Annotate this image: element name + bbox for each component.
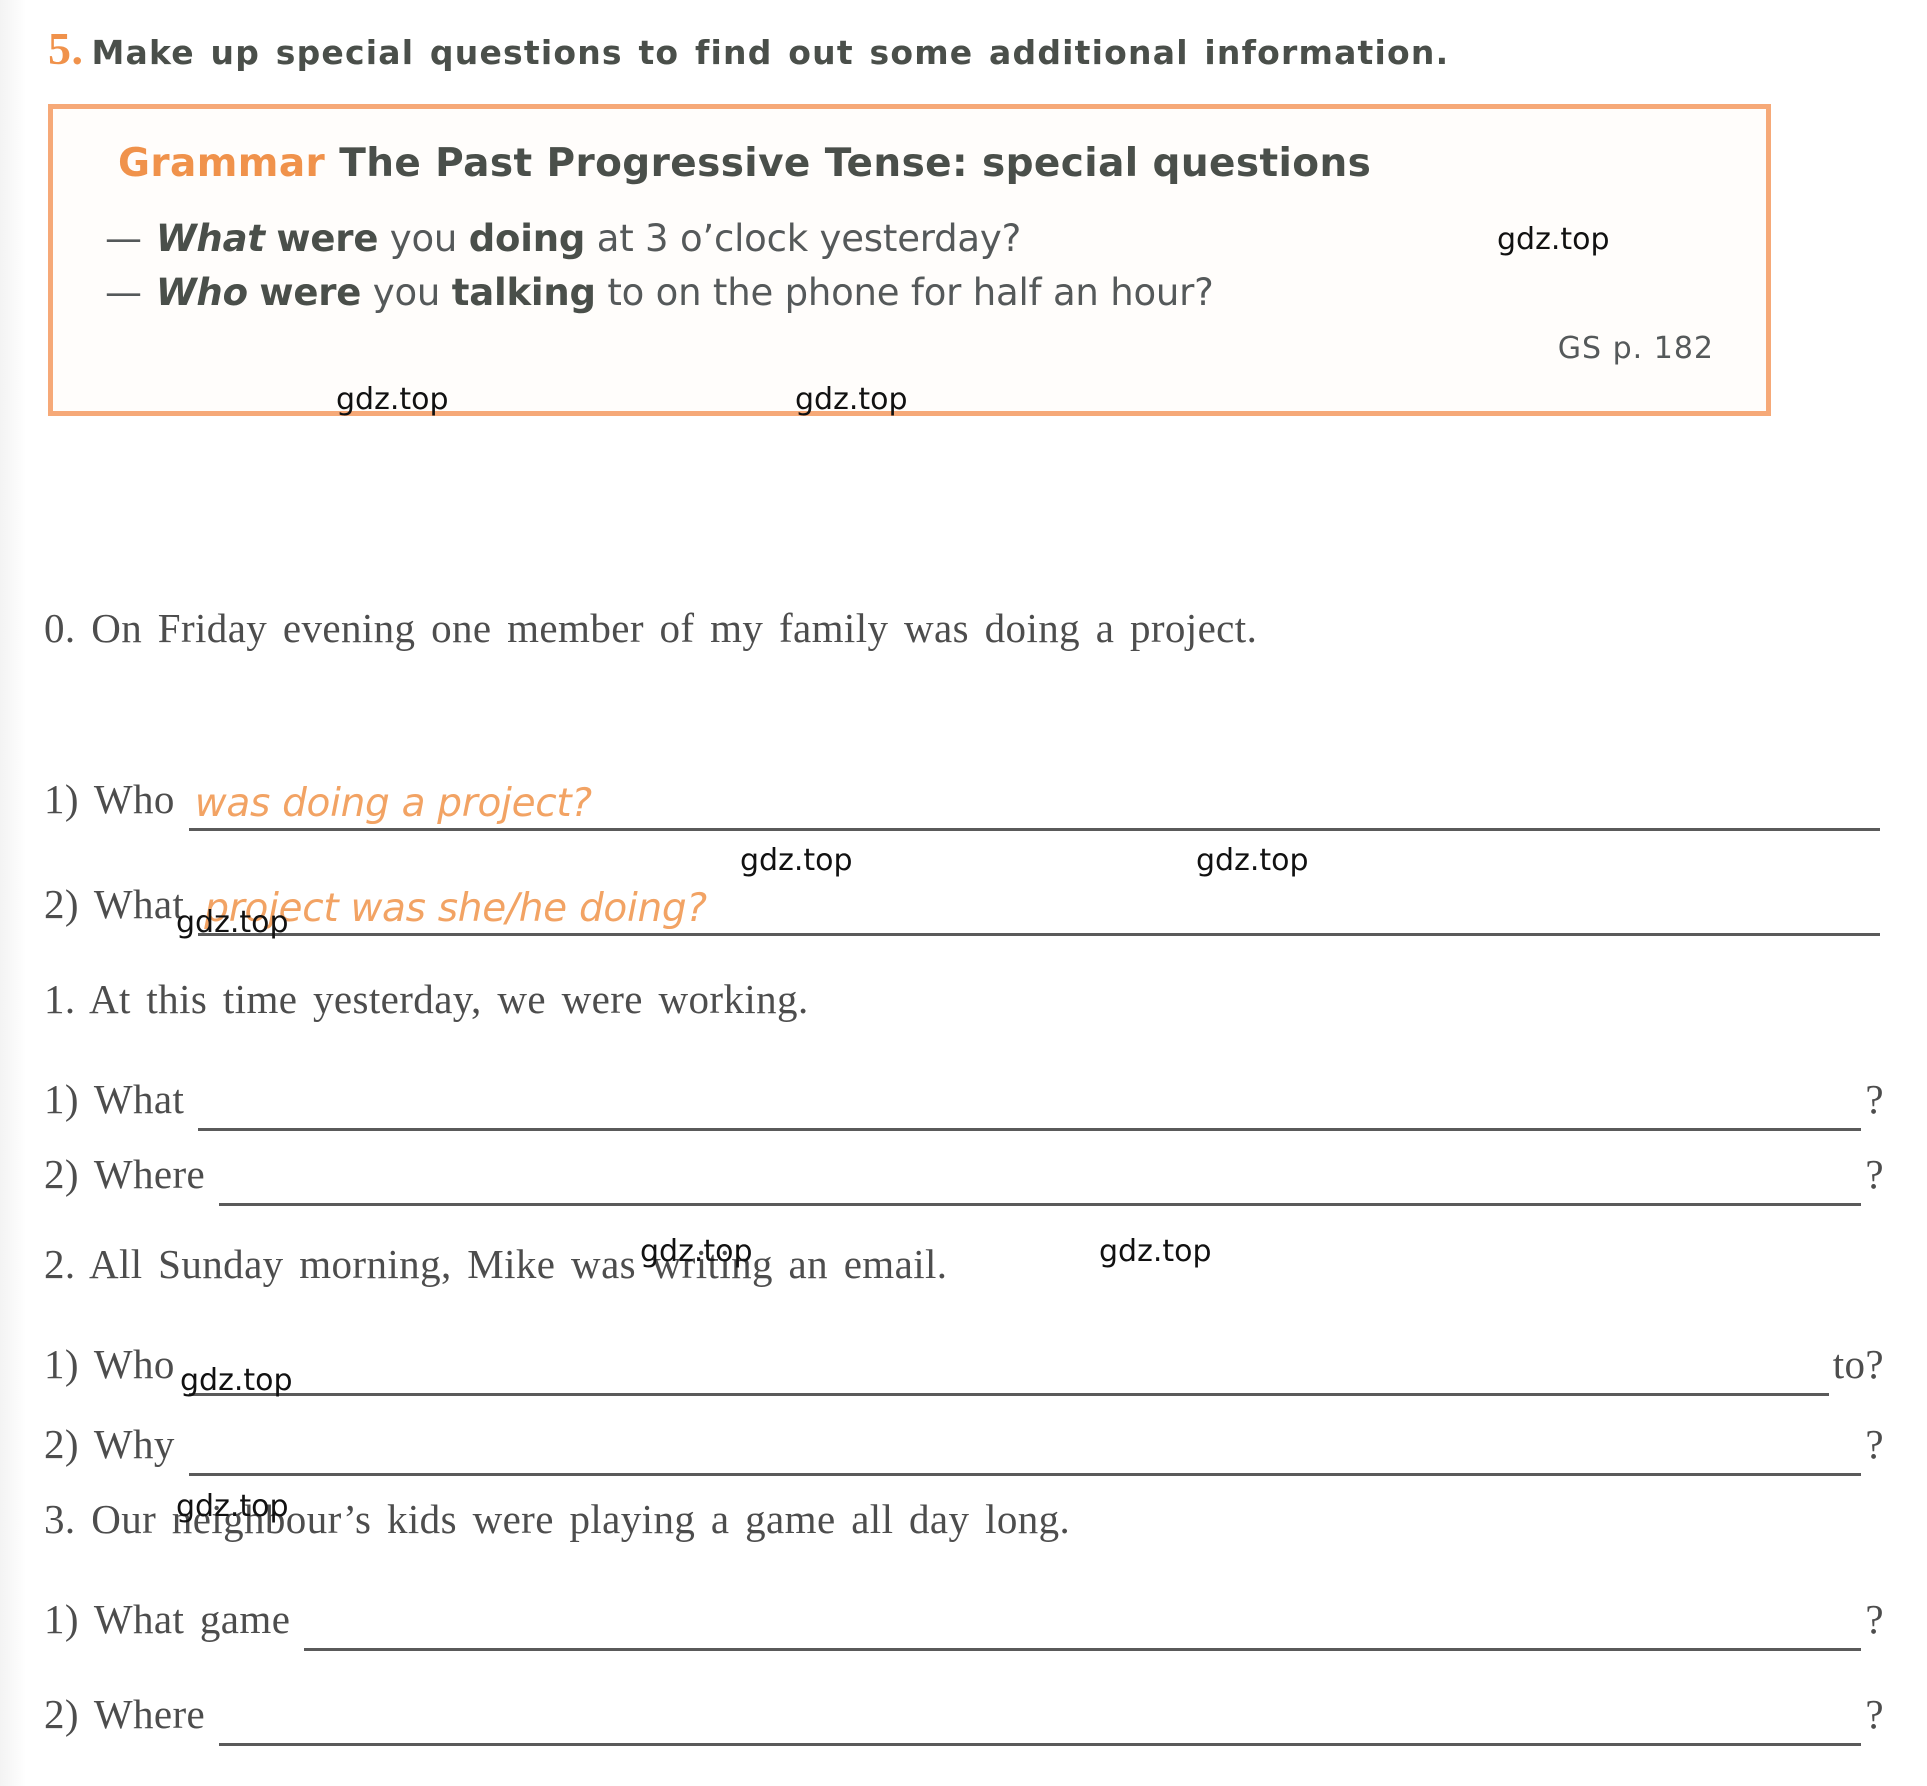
answer-blank[interactable] <box>188 1349 1829 1396</box>
grammar-label: Grammar <box>118 141 326 186</box>
exercise-heading: 5. Make up special questions to find out … <box>48 22 1449 75</box>
question-label: 1) Who <box>44 1341 175 1387</box>
question-tail: ? <box>1865 1421 1884 1467</box>
grammar-example-2: — Who were you talking to on the phone fo… <box>105 271 1214 314</box>
question-tail: ? <box>1865 1076 1884 1122</box>
example-2-aux: were <box>259 271 362 314</box>
question-row-3-1: 1) What game ? <box>44 1595 1884 1655</box>
question-row-0-1: 1) Who was doing a project? <box>44 775 1884 835</box>
handwritten-answer: was doing a project? <box>194 781 592 826</box>
question-label: 1) Who <box>44 776 175 822</box>
example-2-rest: to on the phone for half an hour? <box>607 271 1214 314</box>
exercise-number: 5. <box>48 23 84 74</box>
question-row-1-1: 1) What ? <box>44 1075 1884 1135</box>
item-stem-2: 2. All Sunday morning, Mike was writing … <box>44 1241 948 1287</box>
answer-blank[interactable] <box>304 1604 1862 1651</box>
em-dash-icon: — <box>105 271 142 314</box>
answer-blank[interactable] <box>219 1699 1862 1746</box>
question-row-1-2: 2) Where ? <box>44 1150 1884 1210</box>
question-tail: to? <box>1832 1341 1884 1387</box>
watermark: gdz.top <box>1099 1234 1212 1269</box>
item-stem-3: 3. Our neighbour’s kids were playing a g… <box>44 1496 1071 1542</box>
item-stem-0: 0. On Friday evening one member of my fa… <box>44 605 1258 651</box>
grammar-example-1: — What were you doing at 3 o’clock yester… <box>105 217 1021 260</box>
watermark: gdz.top <box>1196 843 1309 878</box>
item-stem-1: 1. At this time yesterday, we were worki… <box>44 976 809 1022</box>
example-1-wh-word: What <box>155 217 265 260</box>
question-tail: ? <box>1865 1151 1884 1197</box>
example-2-verb: talking <box>451 271 596 314</box>
watermark: gdz.top <box>740 843 853 878</box>
example-1-subject: you <box>389 217 458 260</box>
question-row-2-1: 1) Who to? <box>44 1340 1884 1400</box>
question-label: 2) Where <box>44 1691 206 1737</box>
handwritten-answer: project was she/he doing? <box>204 886 707 931</box>
example-1-verb: doing <box>468 217 586 260</box>
question-label: 1) What game <box>44 1596 291 1642</box>
question-label: 2) What <box>44 881 185 927</box>
grammar-box: Grammar The Past Progressive Tense: spec… <box>48 104 1771 416</box>
example-1-rest: at 3 o’clock yesterday? <box>596 217 1022 260</box>
question-label: 2) Why <box>44 1421 175 1467</box>
question-tail: ? <box>1865 1691 1884 1737</box>
workbook-page: 5. Make up special questions to find out … <box>0 0 1927 1786</box>
example-2-subject: you <box>372 271 441 314</box>
question-tail: ? <box>1865 1596 1884 1642</box>
question-row-2-2: 2) Why ? <box>44 1420 1884 1480</box>
example-2-wh-word: Who <box>155 271 248 314</box>
answer-blank[interactable]: project was she/he doing? <box>198 886 1880 936</box>
page-gutter-shadow <box>0 0 26 1786</box>
em-dash-icon: — <box>105 217 142 260</box>
question-row-3-2: 2) Where ? <box>44 1690 1884 1750</box>
question-label: 2) Where <box>44 1151 206 1197</box>
answer-blank[interactable] <box>219 1159 1862 1206</box>
example-1-aux: were <box>276 217 379 260</box>
answer-blank[interactable] <box>188 1429 1862 1476</box>
question-row-0-2: 2) What project was she/he doing? <box>44 880 1884 940</box>
question-label: 1) What <box>44 1076 185 1122</box>
grammar-box-title: Grammar The Past Progressive Tense: spec… <box>118 141 1371 186</box>
grammar-support-reference: GS p. 182 <box>1557 331 1714 366</box>
exercise-instruction: Make up special questions to find out so… <box>91 33 1450 72</box>
answer-blank[interactable] <box>198 1084 1862 1131</box>
grammar-topic: The Past Progressive Tense: special ques… <box>339 141 1372 186</box>
answer-blank[interactable]: was doing a project? <box>188 781 1880 831</box>
